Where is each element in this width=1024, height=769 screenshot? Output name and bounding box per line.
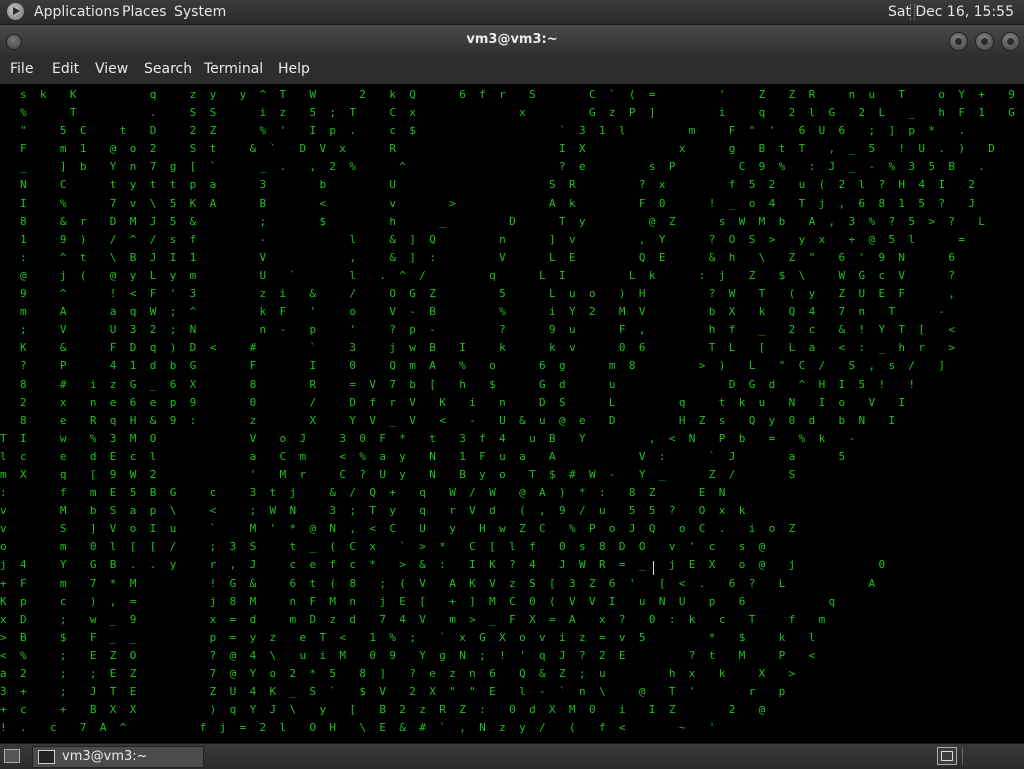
places-menu[interactable]: Places <box>122 4 167 20</box>
menu-edit[interactable]: Edit <box>52 61 79 77</box>
maximize-button[interactable] <box>975 32 994 51</box>
menu-view[interactable]: View <box>95 61 128 77</box>
top-panel: Applications Places System Sat Dec 16, 1… <box>0 0 1024 25</box>
close-button[interactable] <box>1001 32 1020 51</box>
bottom-panel: vm3@vm3:~ <box>0 743 1024 769</box>
system-menu[interactable]: System <box>174 4 226 20</box>
menu-file[interactable]: File <box>10 61 33 77</box>
panel-separator <box>962 747 963 765</box>
window-title: vm3@vm3:~ <box>466 32 558 47</box>
applications-menu[interactable]: Applications <box>34 4 120 20</box>
matrix-rain-output: s k K q z y y ^ T W 2 k Q 6 f r S C ` ( … <box>0 88 1019 735</box>
taskbar-window-button[interactable]: vm3@vm3:~ <box>32 746 204 768</box>
show-desktop-icon[interactable] <box>4 749 20 763</box>
workspace-switcher-icon[interactable] <box>937 747 957 765</box>
distro-logo-icon[interactable] <box>7 3 24 20</box>
clock[interactable]: Sat Dec 16, 15:55 <box>888 4 1014 20</box>
text-cursor-icon <box>653 561 655 575</box>
terminal-area[interactable]: s k K q z y y ^ T W 2 k Q 6 f r S C ` ( … <box>0 85 1024 742</box>
terminal-menubar: File Edit View Search Terminal Help <box>0 56 1024 84</box>
taskbar-window-label: vm3@vm3:~ <box>62 749 148 764</box>
window-titlebar[interactable]: vm3@vm3:~ <box>0 25 1024 56</box>
menu-terminal[interactable]: Terminal <box>204 61 263 77</box>
terminal-icon <box>38 750 55 764</box>
menu-search[interactable]: Search <box>144 61 192 77</box>
minimize-button[interactable] <box>949 32 968 51</box>
menu-help[interactable]: Help <box>278 61 310 77</box>
